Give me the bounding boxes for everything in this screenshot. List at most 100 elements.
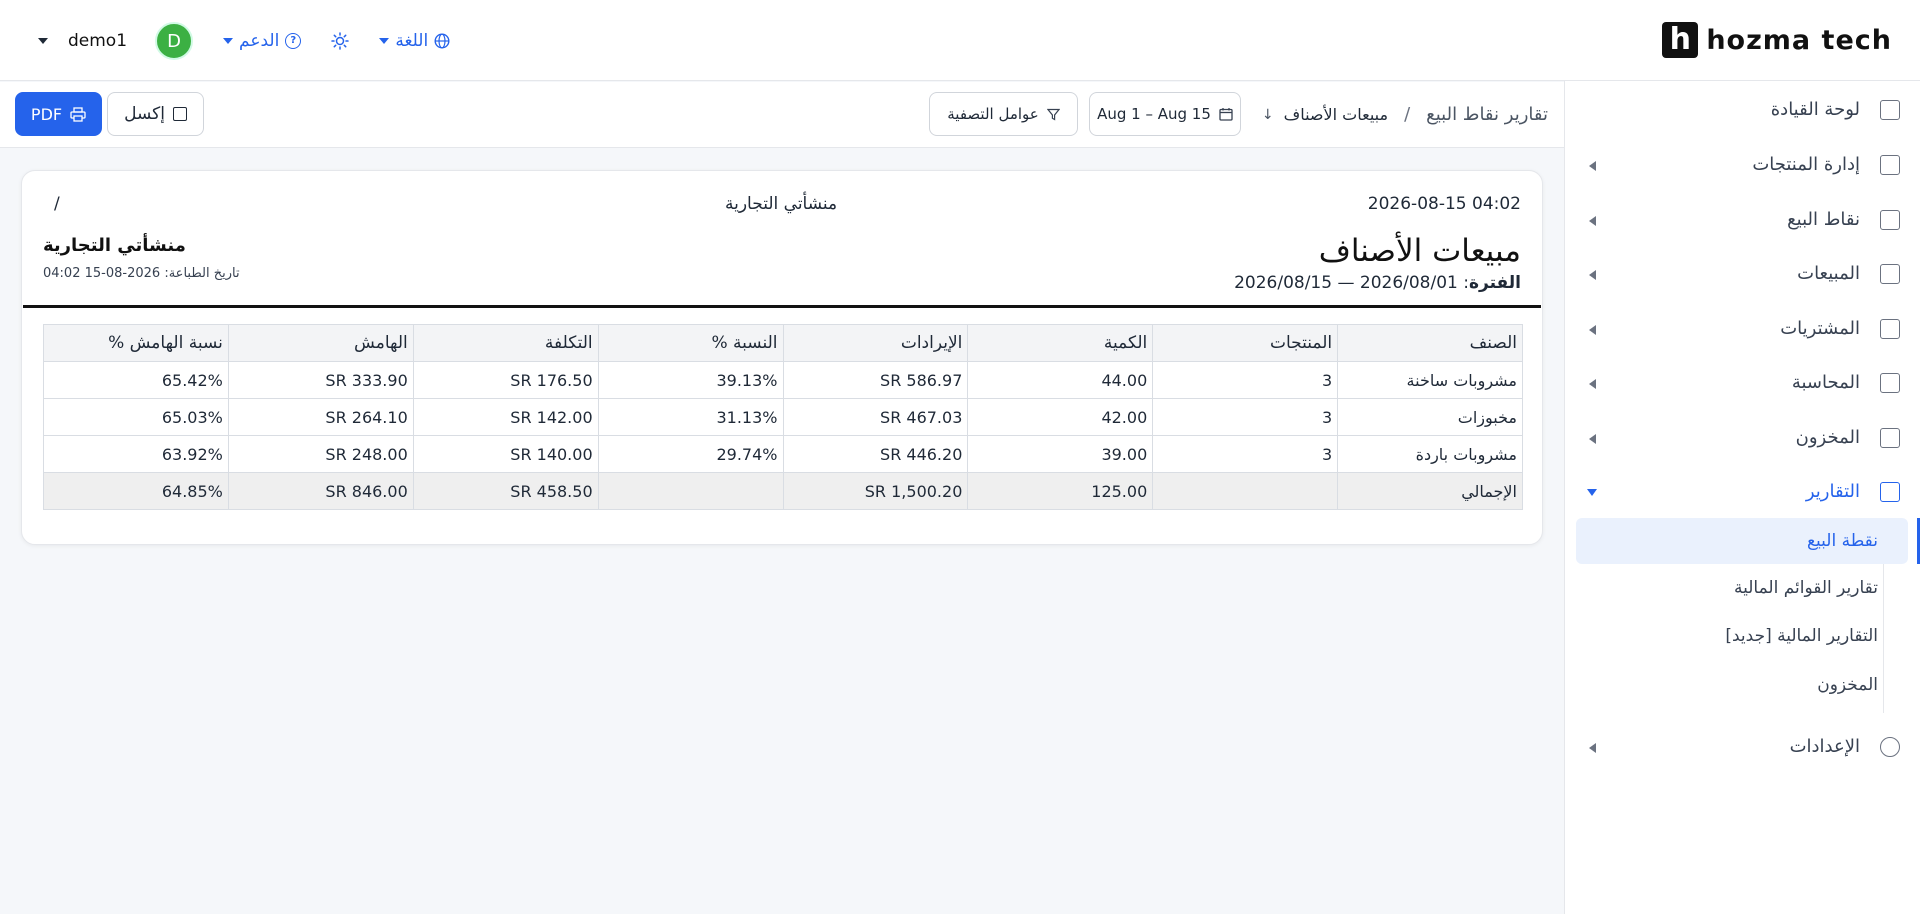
print-date: تاريخ الطباعة: 2026-08-15 04:02: [43, 266, 240, 281]
filters-button[interactable]: عوامل التصفية: [929, 92, 1078, 136]
breadcrumb-current[interactable]: مبيعات الأصناف ↓: [1262, 105, 1388, 124]
date-range-label: Aug 1 – Aug 15: [1097, 105, 1211, 123]
col-revenue: الإيرادات: [782, 324, 969, 362]
report-slash: /: [54, 194, 60, 214]
filter-icon: [1046, 108, 1060, 121]
breadcrumb-root[interactable]: تقارير نقاط البيع: [1426, 104, 1548, 125]
chart-line-icon: [1880, 264, 1900, 284]
chevron-left-icon: [1589, 743, 1596, 753]
cell-total-cost: SR 458.50: [412, 472, 599, 510]
cell-total-label: الإجمالي: [1337, 472, 1523, 510]
report-company: منشأتي التجارية: [43, 235, 186, 256]
ledger-icon: [1880, 373, 1900, 393]
wallet-icon: [1880, 319, 1900, 339]
chevron-down-icon: [379, 38, 390, 44]
cell-share: 29.74%: [597, 435, 784, 473]
sidebar-item-purchases[interactable]: المشتريات: [1564, 306, 1920, 352]
sidebar-item-sales[interactable]: المبيعات: [1564, 251, 1920, 297]
cell-margin: SR 264.10: [227, 398, 414, 436]
chevron-left-icon: [1589, 434, 1596, 444]
excel-file-icon: [172, 107, 187, 121]
sidebar-item-reports[interactable]: التقارير: [1564, 469, 1920, 515]
report-timestamp: 2026-08-15 04:02: [1367, 194, 1521, 214]
cell-total-quantity: 125.00: [967, 472, 1154, 510]
cell-cost: SR 176.50: [412, 361, 599, 399]
header-controls: demo1 D الدعم ? اللغة: [38, 22, 450, 60]
submenu-guide-line: [1883, 563, 1884, 713]
calendar-icon: [1219, 108, 1233, 121]
sidebar-item-pos[interactable]: نقاط البيع: [1564, 197, 1920, 243]
brand-name: hozma tech: [1706, 24, 1892, 56]
top-header: h hozma tech demo1 D الدعم ? اللغة: [0, 0, 1920, 81]
table-row: مخبوزات 3 42.00 SR 467.03 31.13% SR 142.…: [43, 398, 1523, 436]
support-label: الدعم: [239, 31, 280, 51]
globe-icon: [434, 33, 450, 49]
chevron-left-icon: [1589, 379, 1596, 389]
col-cost: التكلفة: [412, 324, 599, 362]
cell-cost: SR 142.00: [412, 398, 599, 436]
help-circle-icon: ?: [285, 33, 302, 49]
user-menu[interactable]: demo1 D: [38, 22, 194, 60]
sidebar-item-accounting[interactable]: المحاسبة: [1564, 360, 1920, 406]
report-icon: [1880, 482, 1900, 502]
logo-mark-icon: h: [1662, 22, 1699, 58]
export-pdf-button[interactable]: PDF: [15, 92, 102, 136]
box-icon: [1880, 428, 1900, 448]
sidebar-item-dashboard[interactable]: لوحة القيادة: [1564, 87, 1920, 133]
sidebar-item-settings[interactable]: الإعدادات: [1564, 724, 1920, 770]
period-value: : 2026/08/01 — 2026/08/15: [1234, 273, 1469, 293]
items-sales-table: الصنف المنتجات الكمية الإيرادات النسبة %…: [43, 324, 1523, 510]
support-menu[interactable]: الدعم ?: [223, 31, 302, 51]
date-range-button[interactable]: Aug 1 – Aug 15: [1089, 92, 1241, 136]
cell-revenue: SR 586.97: [782, 361, 969, 399]
col-share: النسبة %: [597, 324, 784, 362]
cell-total-revenue: SR 1,500.20: [782, 472, 969, 510]
printer-icon: [70, 106, 86, 122]
table-row: مشروبات باردة 3 39.00 SR 446.20 29.74% S…: [43, 435, 1523, 473]
language-menu[interactable]: اللغة: [379, 31, 450, 51]
cell-revenue: SR 446.20: [782, 435, 969, 473]
tag-icon: [1880, 155, 1900, 175]
export-excel-button[interactable]: إكسل: [107, 92, 204, 136]
arrow-down-icon: ↓: [1261, 106, 1274, 123]
cell-category: مشروبات باردة: [1337, 435, 1523, 473]
language-label: اللغة: [395, 31, 429, 51]
report-card: 2026-08-15 04:02 منشأتي التجارية / مبيعا…: [21, 170, 1543, 545]
sidebar-item-inventory[interactable]: المخزون: [1564, 415, 1920, 461]
cell-margin: SR 248.00: [227, 435, 414, 473]
col-products: المنتجات: [1152, 324, 1339, 362]
cell-total-margin-pct: 64.85%: [43, 472, 229, 510]
cell-share: 31.13%: [597, 398, 784, 436]
submenu-item-financial-new[interactable]: التقارير المالية [جديد]: [1725, 626, 1878, 672]
submenu-item-inventory[interactable]: المخزون: [1817, 675, 1878, 721]
sidebar-item-products[interactable]: إدارة المنتجات: [1564, 142, 1920, 188]
cell-quantity: 42.00: [967, 398, 1154, 436]
avatar: D: [155, 22, 194, 60]
gear-icon: [1880, 737, 1900, 757]
cell-products: 3: [1152, 398, 1339, 436]
breadcrumb: تقارير نقاط البيع / مبيعات الأصناف ↓: [1262, 104, 1548, 125]
cell-category: مشروبات ساخنة: [1337, 361, 1523, 399]
cell-total-products: [1152, 472, 1339, 510]
chevron-down-icon: [38, 38, 48, 44]
col-category: الصنف: [1337, 324, 1523, 362]
submenu-item-pos-report[interactable]: نقطة البيع: [1576, 518, 1908, 564]
period-label: الفترة: [1469, 273, 1521, 293]
pdf-label: PDF: [30, 104, 63, 124]
sun-icon[interactable]: [331, 32, 350, 50]
store-icon: [1880, 210, 1900, 230]
cell-margin-pct: 63.92%: [43, 435, 229, 473]
submenu-item-statements[interactable]: تقارير القوائم المالية: [1734, 578, 1878, 624]
col-margin-pct: نسبة الهامش %: [43, 324, 229, 362]
cell-margin-pct: 65.03%: [43, 398, 229, 436]
report-toolbar: تقارير نقاط البيع / مبيعات الأصناف ↓ Aug…: [0, 82, 1564, 148]
chevron-down-icon: [223, 38, 234, 44]
cell-total-share: [597, 472, 784, 510]
cell-share: 39.13%: [597, 361, 784, 399]
brand-logo[interactable]: h hozma tech: [1662, 22, 1892, 58]
table-row: مشروبات ساخنة 3 44.00 SR 586.97 39.13% S…: [43, 361, 1523, 399]
cell-category: مخبوزات: [1337, 398, 1523, 436]
col-quantity: الكمية: [967, 324, 1154, 362]
report-period: الفترة: 2026/08/01 — 2026/08/15: [1234, 273, 1521, 293]
cell-revenue: SR 467.03: [782, 398, 969, 436]
